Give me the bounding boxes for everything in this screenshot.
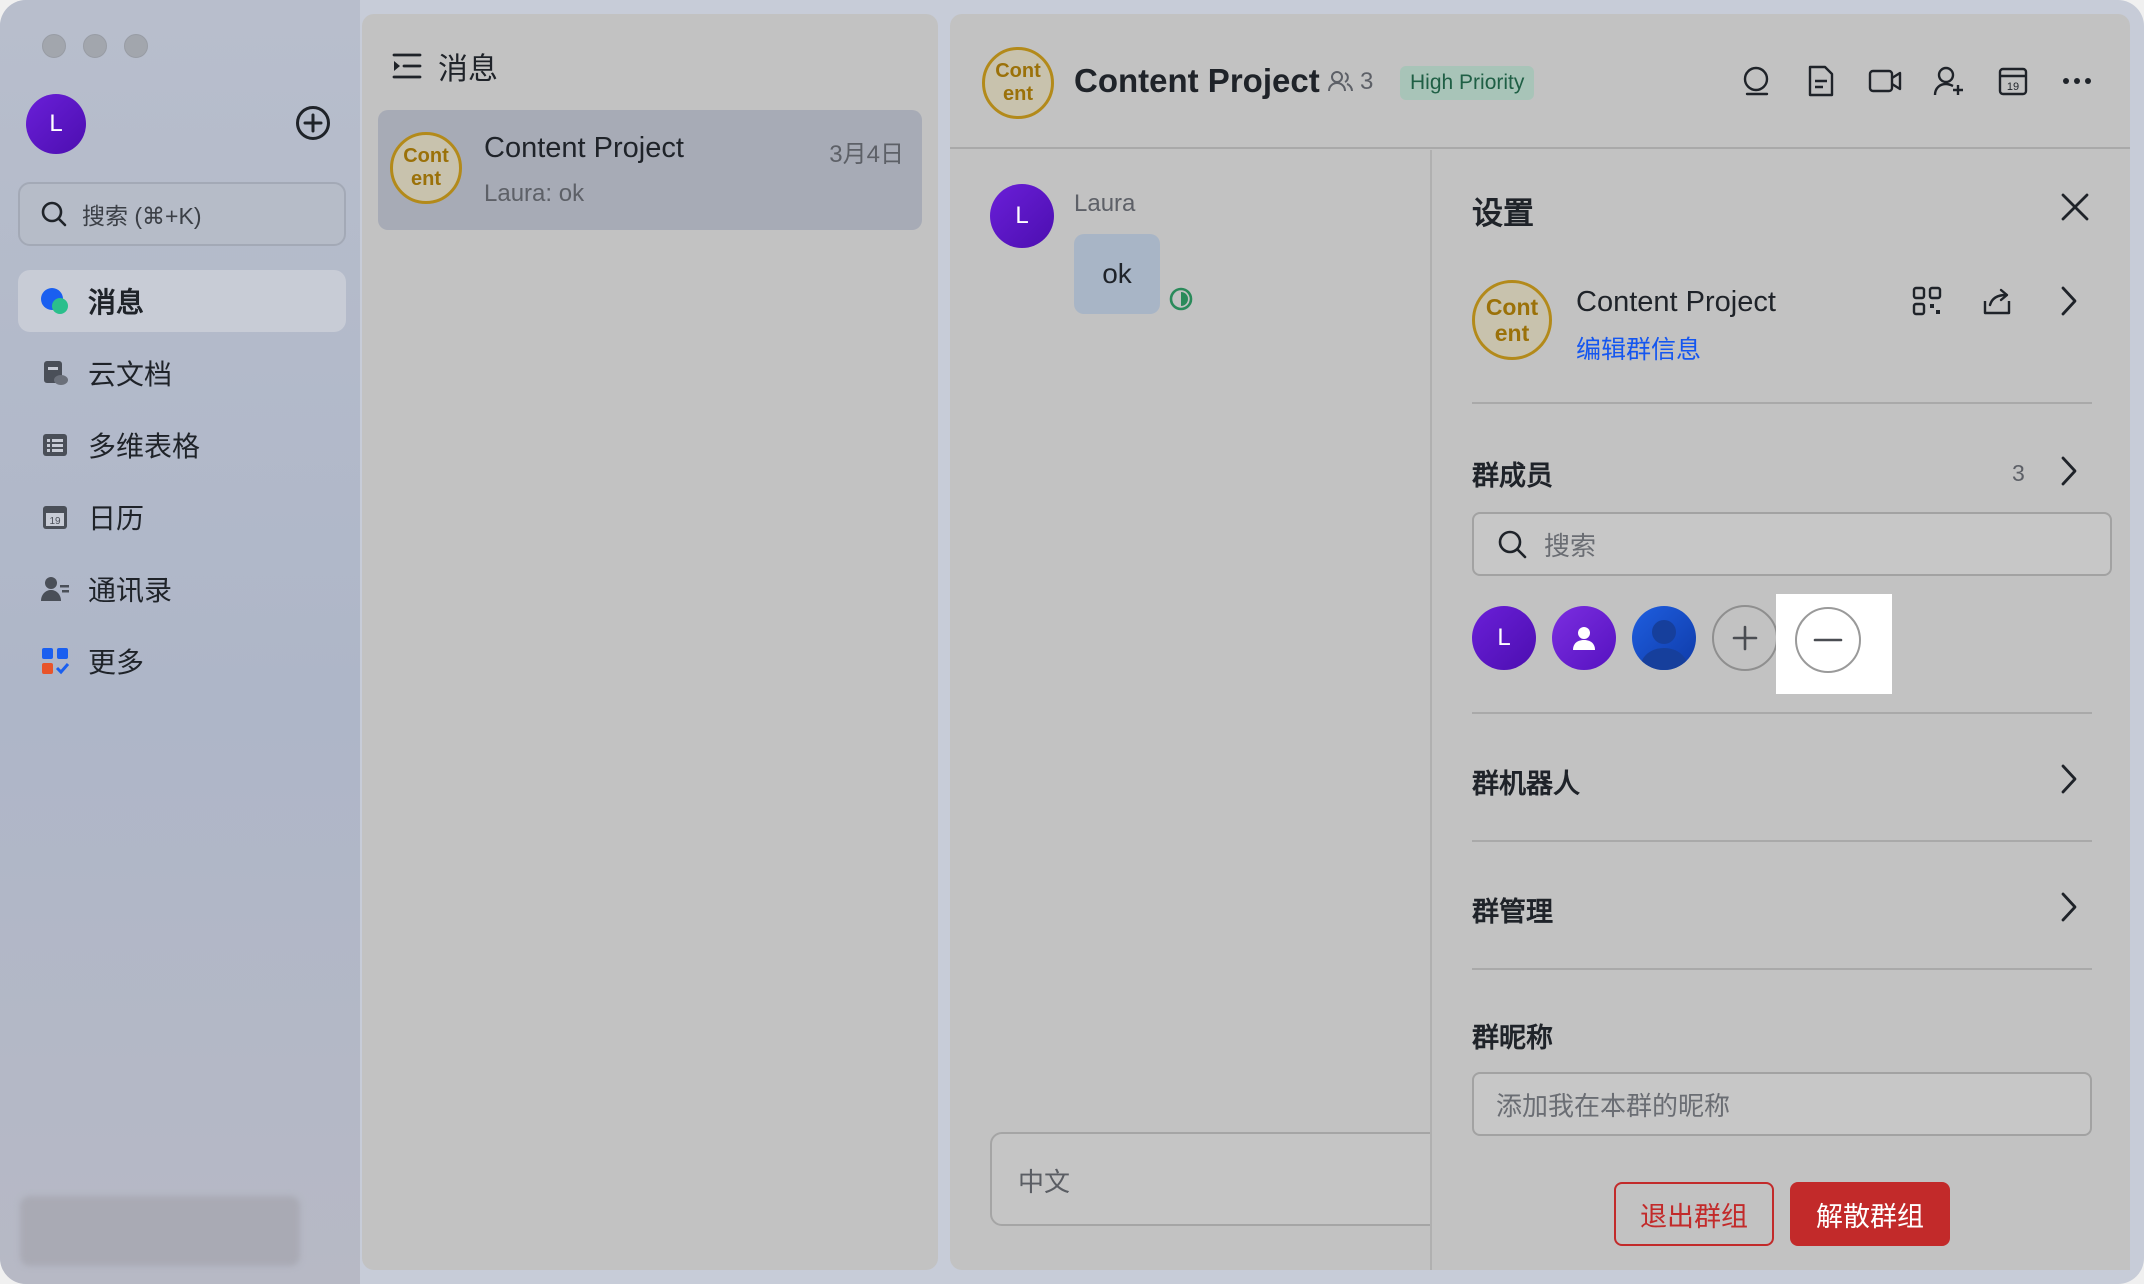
members-icon [1328,71,1353,92]
window-close-button[interactable] [42,34,66,58]
message-input[interactable]: 中文 [990,1132,1490,1226]
member-avatar-photo[interactable] [1632,606,1696,670]
divider [1472,968,2092,970]
chat-bubbles-icon [40,286,70,316]
chat-list-header: 消息 [392,44,498,88]
chat-item-preview: Laura: ok [484,180,585,207]
chat-group-avatar[interactable]: Cont ent [982,47,1054,119]
group-management-row[interactable]: 群管理 [1472,890,1553,929]
divider [1472,840,2092,842]
chevron-right-icon[interactable] [2056,454,2082,488]
edit-group-info-link[interactable]: 编辑群信息 [1576,330,1701,366]
chat-item-name: Content Project [484,132,684,164]
nav-item-cloud-docs[interactable]: 云文档 [18,342,346,404]
group-avatar: Cont ent [390,132,462,204]
group-nickname-input[interactable]: 添加我在本群的昵称 [1472,1072,2092,1136]
share-icon[interactable] [1982,286,2012,316]
close-icon[interactable] [2060,192,2090,222]
calendar-event-icon[interactable]: 19 [1996,64,2030,98]
chevron-right-icon[interactable] [2056,890,2082,924]
plus-icon [1732,625,1758,651]
settings-group-avatar[interactable]: Cont ent [1472,280,1552,360]
window-minimize-button[interactable] [83,34,107,58]
message-sender-name: Laura [1074,190,1136,217]
svg-text:19: 19 [2007,81,2019,93]
member-search-input[interactable]: 搜索 [1472,512,2112,576]
settings-title: 设置 [1472,196,1534,231]
search-icon [1498,530,1527,559]
user-avatar[interactable]: L [26,94,86,154]
member-count[interactable]: 3 [1328,68,1373,96]
chevron-right-icon[interactable] [2056,284,2082,318]
member-avatar-default[interactable] [1552,606,1616,670]
chat-list-item[interactable]: Cont ent Content Project 3月4日 Laura: ok [378,110,922,230]
svg-text:19: 19 [49,516,61,527]
base-table-icon [40,430,70,460]
create-new-button[interactable] [296,106,330,140]
members-count: 3 [2012,460,2025,486]
members-label: 群成员 [1472,461,1553,491]
priority-tag: High Priority [1400,66,1535,100]
global-search-input[interactable]: 搜索 (⌘+K) [18,182,346,246]
message-sender-avatar[interactable]: L [990,184,1054,248]
message-bubble[interactable]: ok [1074,234,1160,314]
nav-item-contacts[interactable]: 通讯录 [18,558,346,620]
nav-item-more[interactable]: 更多 [18,630,346,692]
app-window: L 搜索 (⌘+K) 消息 云文档 多维表格 19 日历 通讯录 更多 消息 C… [0,0,2144,1284]
add-member-button[interactable] [1712,605,1778,671]
divider [1472,712,2092,714]
remove-member-button[interactable] [1795,607,1861,673]
window-zoom-button[interactable] [124,34,148,58]
group-nickname-label: 群昵称 [1472,1023,1553,1053]
left-sidebar: L 搜索 (⌘+K) 消息 云文档 多维表格 19 日历 通讯录 更多 [0,0,360,1284]
cloud-docs-icon [40,358,70,388]
chat-header: Cont ent Content Project 3 High Priority … [950,14,2130,149]
collapse-list-icon[interactable] [392,52,422,80]
member-avatar[interactable]: L [1472,606,1536,670]
calendar-icon: 19 [40,502,70,532]
search-icon [41,201,67,227]
contacts-icon [40,574,70,604]
plus-icon [303,113,323,133]
chat-item-date: 3月4日 [829,141,904,168]
disband-group-button[interactable]: 解散群组 [1790,1182,1950,1246]
video-call-icon[interactable] [1868,64,1902,98]
more-options-icon[interactable] [2060,64,2094,98]
add-member-icon[interactable] [1932,64,1966,98]
settings-group-name: Content Project [1576,286,1776,318]
read-status-icon [1169,287,1193,311]
leave-group-button[interactable]: 退出群组 [1614,1182,1774,1246]
nav-item-calendar[interactable]: 19 日历 [18,486,346,548]
more-apps-icon [40,646,70,676]
blurred-profile-area [20,1196,300,1266]
chat-list-panel: 消息 Cont ent Content Project 3月4日 Laura: o… [362,14,938,1270]
chat-title[interactable]: Content Project [1074,62,1320,100]
person-icon [1640,620,1688,670]
minus-icon [1813,638,1843,642]
search-chat-icon[interactable] [1740,64,1774,98]
settings-panel: 设置 Cont ent Content Project 编辑群信息 群成员 3 搜… [1430,150,2130,1270]
qr-code-icon[interactable] [1912,286,1942,316]
group-bots-row[interactable]: 群机器人 [1472,762,1580,801]
person-icon [1573,627,1595,650]
chevron-right-icon[interactable] [2056,762,2082,796]
divider [1472,402,2092,404]
nav-item-base[interactable]: 多维表格 [18,414,346,476]
nav-item-messages[interactable]: 消息 [18,270,346,332]
document-icon[interactable] [1804,64,1838,98]
